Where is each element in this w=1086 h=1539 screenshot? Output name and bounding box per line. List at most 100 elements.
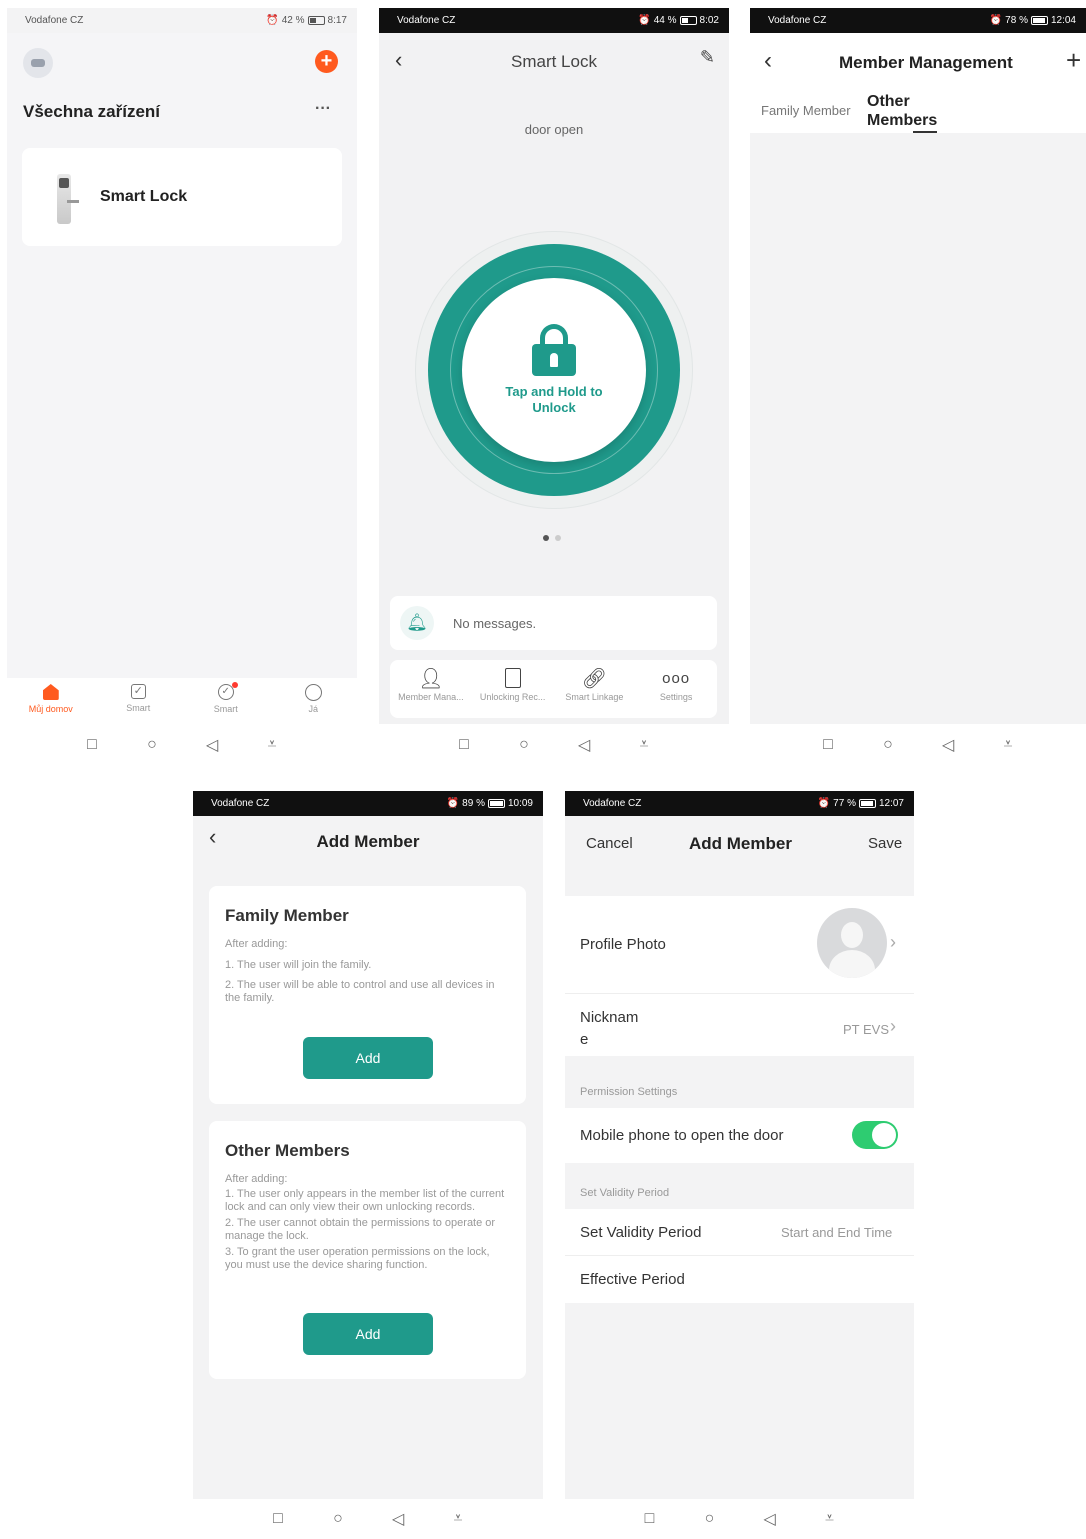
carrier: Vodafone CZ bbox=[25, 15, 84, 26]
section-header: Permission Settings bbox=[580, 1086, 678, 1098]
alarm-icon: ⏰ bbox=[638, 15, 651, 26]
save-button[interactable]: Save bbox=[868, 835, 902, 852]
back-nav-icon[interactable]: ◁ bbox=[937, 735, 959, 755]
recents-icon[interactable]: □ bbox=[453, 736, 475, 754]
system-nav-bar: □ ○ ◁ ⩡ bbox=[750, 724, 1086, 766]
recents-icon[interactable]: □ bbox=[267, 1510, 289, 1528]
other-members-card: Other Members After adding: 1. The user … bbox=[209, 1121, 526, 1379]
header: ‹ Add Member bbox=[193, 816, 543, 868]
tab-family-member[interactable]: Family Member bbox=[761, 103, 851, 118]
battery-percent: 42 % bbox=[281, 15, 305, 26]
recents-icon[interactable]: □ bbox=[81, 736, 103, 754]
status-bar: Vodafone CZ ⏰ 42 % 8:17 bbox=[7, 8, 357, 33]
notification-nav-icon[interactable]: ⩡ bbox=[997, 736, 1019, 754]
after-adding-label: After adding: bbox=[225, 1173, 288, 1185]
screen-home: Vodafone CZ ⏰ 42 % 8:17 + Všechna zařízení… bbox=[7, 8, 357, 766]
home-nav-icon[interactable]: ○ bbox=[513, 736, 535, 754]
recents-icon[interactable]: □ bbox=[639, 1510, 661, 1528]
system-nav-bar: □ ○ ◁ ⩡ bbox=[7, 724, 357, 766]
dots-icon: ooo bbox=[662, 670, 691, 687]
tab-scene[interactable]: ✓ Smart bbox=[182, 678, 270, 728]
tab-other-members[interactable]: Other Members bbox=[867, 92, 947, 130]
home-nav-icon[interactable]: ○ bbox=[327, 1510, 349, 1528]
tab-smart[interactable]: ✓ Smart bbox=[95, 678, 183, 728]
settings-button[interactable]: ooo Settings bbox=[635, 660, 717, 718]
nickname-value: PT EVS bbox=[843, 1022, 890, 1037]
add-icon[interactable]: + bbox=[1066, 45, 1081, 76]
battery-icon bbox=[858, 799, 876, 808]
person-icon: 👤︎ bbox=[418, 668, 444, 690]
header: Cancel Add Member Save bbox=[565, 816, 914, 896]
notification-nav-icon[interactable]: ⩡ bbox=[447, 1510, 469, 1528]
home-nav-icon[interactable]: ○ bbox=[699, 1510, 721, 1528]
profile-icon bbox=[304, 684, 322, 701]
page-title: Member Management bbox=[839, 53, 1013, 72]
validity-value: Start and End Time bbox=[781, 1225, 893, 1240]
more-button[interactable]: ··· bbox=[315, 100, 331, 118]
screen-add-member-type: Vodafone CZ ⏰ 89 % 10:09 ‹ Add Member Fami… bbox=[193, 791, 543, 1539]
cancel-button[interactable]: Cancel bbox=[586, 835, 633, 852]
home-nav-icon[interactable]: ○ bbox=[877, 736, 899, 754]
avatar[interactable] bbox=[23, 48, 53, 78]
back-nav-icon[interactable]: ◁ bbox=[573, 735, 595, 755]
device-card[interactable]: Smart Lock bbox=[22, 148, 342, 246]
back-icon[interactable]: ‹ bbox=[209, 824, 216, 850]
home-nav-icon[interactable]: ○ bbox=[141, 736, 163, 754]
padlock-icon bbox=[532, 324, 576, 376]
mobile-open-toggle[interactable] bbox=[852, 1121, 898, 1149]
after-adding-label: After adding: bbox=[225, 938, 288, 950]
message-card[interactable]: 🔔︎ No messages. bbox=[390, 596, 717, 650]
notification-nav-icon[interactable]: ⩡ bbox=[633, 736, 655, 754]
status-bar: Vodafone CZ ⏰ 77 % 12:07 bbox=[565, 791, 914, 816]
unlocking-records-button[interactable]: Unlocking Rec... bbox=[472, 660, 554, 718]
other-line: 1. The user only appears in the member l… bbox=[225, 1188, 505, 1213]
lock-device-icon bbox=[57, 174, 79, 224]
family-line: 2. The user will be able to control and … bbox=[225, 979, 495, 1004]
add-other-member-button[interactable]: Add bbox=[303, 1313, 433, 1355]
unlock-dial[interactable]: Tap and Hold to Unlock bbox=[416, 232, 692, 508]
status-bar: Vodafone CZ ⏰ 78 % 12:04 bbox=[750, 8, 1086, 33]
back-nav-icon[interactable]: ◁ bbox=[759, 1509, 781, 1529]
carrier: Vodafone CZ bbox=[397, 15, 456, 26]
back-icon[interactable]: ‹ bbox=[764, 47, 772, 75]
alarm-icon: ⏰ bbox=[989, 15, 1003, 26]
document-icon bbox=[504, 668, 521, 688]
carrier: Vodafone CZ bbox=[768, 15, 827, 26]
validity-row[interactable]: Set Validity Period Start and End Time bbox=[565, 1209, 914, 1256]
notification-nav-icon[interactable]: ⩡ bbox=[819, 1510, 841, 1528]
status-bar: Vodafone CZ ⏰ 44 % 8:02 bbox=[379, 8, 729, 33]
tab-home[interactable]: Můj domov bbox=[7, 678, 95, 728]
link-icon: 🔗︎ bbox=[581, 668, 608, 690]
back-icon[interactable]: ‹ bbox=[395, 47, 402, 73]
mobile-open-row: Mobile phone to open the door bbox=[565, 1108, 914, 1163]
clock: 8:17 bbox=[327, 15, 347, 26]
battery-icon bbox=[487, 799, 505, 808]
unlock-text: Tap and Hold to Unlock bbox=[505, 384, 603, 415]
screen-add-member-form: Vodafone CZ ⏰ 77 % 12:07 Cancel Add Member… bbox=[565, 791, 914, 1539]
profile-photo-row[interactable]: Profile Photo › bbox=[565, 896, 914, 994]
action-bar: 👤︎ Member Mana... Unlocking Rec... 🔗︎ Sm… bbox=[390, 660, 717, 718]
edit-icon[interactable]: ✎ bbox=[700, 47, 715, 68]
chevron-right-icon: › bbox=[890, 932, 896, 952]
alarm-icon: ⏰ bbox=[446, 798, 460, 809]
family-member-card: Family Member After adding: 1. The user … bbox=[209, 886, 526, 1104]
member-management-button[interactable]: 👤︎ Member Mana... bbox=[390, 660, 472, 718]
nickname-row[interactable]: Nickname PT EVS › bbox=[565, 994, 914, 1056]
active-tab-indicator bbox=[913, 131, 937, 133]
back-nav-icon[interactable]: ◁ bbox=[201, 735, 223, 755]
section-title: Všechna zařízení bbox=[23, 102, 161, 121]
page-indicator bbox=[543, 535, 561, 541]
header: ‹ Smart Lock ✎ bbox=[379, 33, 729, 91]
notification-nav-icon[interactable]: ⩡ bbox=[261, 736, 283, 754]
battery-icon bbox=[679, 16, 697, 25]
checkbox-icon: ✓ bbox=[130, 684, 146, 699]
chevron-right-icon: › bbox=[890, 1016, 896, 1036]
add-device-button[interactable]: + bbox=[315, 50, 338, 73]
smart-linkage-button[interactable]: 🔗︎ Smart Linkage bbox=[554, 660, 636, 718]
recents-icon[interactable]: □ bbox=[817, 736, 839, 754]
other-line: 2. The user cannot obtain the permission… bbox=[225, 1217, 496, 1242]
back-nav-icon[interactable]: ◁ bbox=[387, 1509, 409, 1529]
effective-period-row[interactable]: Effective Period bbox=[565, 1256, 914, 1303]
add-family-member-button[interactable]: Add bbox=[303, 1037, 433, 1079]
tab-profile[interactable]: Já bbox=[270, 678, 358, 728]
